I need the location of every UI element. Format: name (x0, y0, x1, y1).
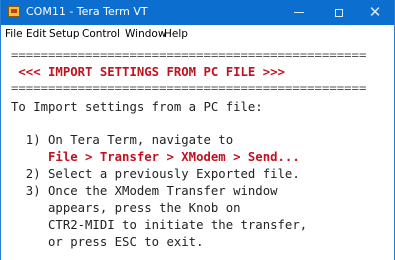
minimize-button[interactable] (279, 0, 319, 25)
close-button[interactable]: ✕ (355, 0, 394, 25)
intro-line: To Import settings from a PC file: (11, 100, 263, 114)
step-3-line-3: CTR2-MIDI to initiate the transfer, (11, 218, 308, 232)
menu-help[interactable]: Help (164, 27, 188, 41)
terminal-screen[interactable]: ========================================… (11, 47, 384, 260)
title-bar[interactable]: COM11 - Tera Term VT ✕ (1, 0, 394, 25)
step-2-line: 2) Select a previously Exported file. (11, 167, 300, 181)
menu-edit[interactable]: Edit (26, 27, 46, 41)
separator-top: ========================================… (11, 48, 367, 62)
step-1-menu-path: File > Transfer > XModem > Send... (11, 150, 300, 164)
step-3-line-4: or press ESC to exit. (11, 235, 204, 249)
menu-setup[interactable]: Setup (49, 27, 80, 41)
separator-bottom: ========================================… (11, 81, 367, 95)
step-3-line-1: 3) Once the XModem Transfer window (11, 184, 278, 198)
step-3-line-2: appears, press the Knob on (11, 201, 241, 215)
menu-window[interactable]: Window (125, 27, 166, 41)
menu-bar: File Edit Setup Control Window Help (1, 25, 394, 43)
minimize-icon (294, 12, 304, 13)
window-title: COM11 - Tera Term VT (26, 5, 148, 18)
import-heading: <<< IMPORT SETTINGS FROM PC FILE >>> (11, 65, 285, 79)
step-1-line: 1) On Tera Term, navigate to (11, 133, 234, 147)
close-icon: ✕ (368, 3, 382, 21)
maximize-button[interactable] (319, 0, 359, 25)
tera-term-window: COM11 - Tera Term VT ✕ File Edit Setup C… (0, 0, 395, 260)
maximize-icon (335, 8, 343, 17)
tera-term-icon[interactable] (8, 6, 20, 17)
menu-file[interactable]: File (5, 27, 23, 41)
menu-control[interactable]: Control (82, 27, 120, 41)
